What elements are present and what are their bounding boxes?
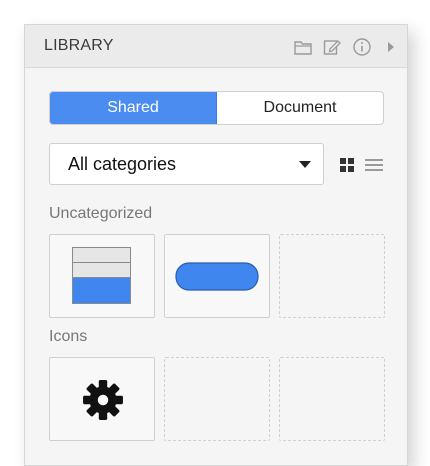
blue-button-widget-icon	[175, 262, 259, 291]
library-empty-slot	[164, 357, 270, 441]
library-item-table[interactable]	[49, 234, 155, 318]
info-icon[interactable]	[352, 37, 372, 57]
section-title-icons: Icons	[49, 328, 88, 345]
library-panel: LIBRARY Shared Document All categories U…	[24, 24, 408, 466]
table-widget-icon	[72, 247, 131, 304]
library-empty-slot	[279, 357, 385, 441]
list-view-icon[interactable]	[365, 157, 383, 173]
library-item-button[interactable]	[164, 234, 270, 318]
expand-right-icon[interactable]	[381, 37, 401, 57]
panel-title: LIBRARY	[44, 37, 114, 54]
folder-icon[interactable]	[293, 37, 313, 57]
library-item-gear[interactable]	[49, 357, 155, 441]
library-empty-slot	[279, 234, 385, 318]
grid-view-icon[interactable]	[339, 157, 355, 173]
section-title-uncategorized: Uncategorized	[49, 205, 153, 222]
gear-icon	[83, 380, 123, 420]
category-select[interactable]: All categories	[49, 143, 324, 185]
panel-header: LIBRARY	[25, 25, 407, 68]
tab-shared[interactable]: Shared	[50, 92, 217, 124]
edit-icon[interactable]	[322, 37, 342, 57]
chevron-down-icon	[299, 161, 311, 168]
category-select-value: All categories	[68, 154, 177, 174]
library-tabs: Shared Document	[49, 91, 384, 125]
tab-document[interactable]: Document	[217, 92, 383, 124]
